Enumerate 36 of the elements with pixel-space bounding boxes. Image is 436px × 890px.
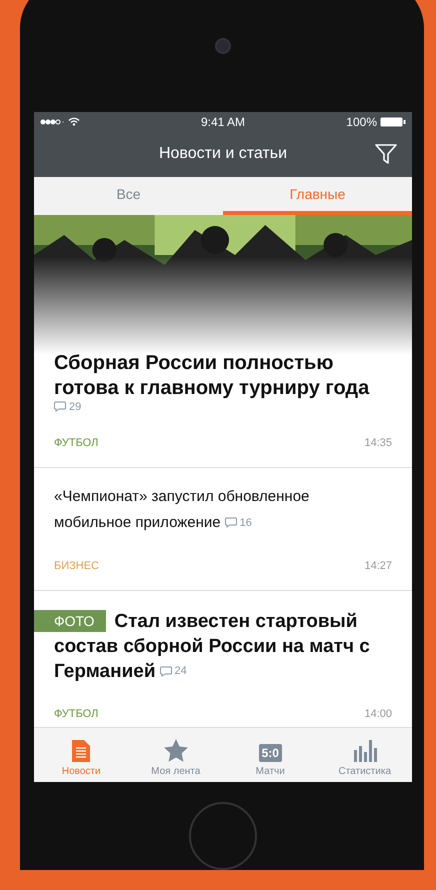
headline-line[interactable]: Сборная России полностью <box>54 350 334 376</box>
photo-label: ФОТО <box>34 610 106 632</box>
headline-line[interactable]: Стал известен стартовый <box>114 608 358 634</box>
document-icon <box>72 740 90 762</box>
headline-line[interactable]: Германией <box>54 658 156 684</box>
comment-icon <box>54 401 66 412</box>
battery-percent: 100% <box>346 114 377 129</box>
comment-icon <box>224 517 237 528</box>
article-time: 14:35 <box>364 436 392 449</box>
tab-bar-item[interactable]: 5:0 Матчи <box>223 728 318 782</box>
status-time: 9:41 AM <box>200 114 246 129</box>
category-label[interactable]: ФУТБОЛ <box>54 708 98 720</box>
battery-icon <box>380 116 406 127</box>
tab-bar-item[interactable]: Моя лента <box>128 728 223 782</box>
category-label[interactable]: ФУТБОЛ <box>54 436 98 449</box>
wifi-icon <box>68 117 80 126</box>
article-time: 14:27 <box>364 560 392 572</box>
filter-icon[interactable] <box>374 142 398 166</box>
headline-line[interactable]: «Чемпионат» запустил обновленное <box>54 484 310 510</box>
score-icon: 5:0 <box>258 744 282 762</box>
headline-line[interactable]: состав сборной России на матч с <box>54 634 370 659</box>
headline-line[interactable]: готова к главному турниру года <box>54 376 370 401</box>
article-time: 14:00 <box>364 708 392 720</box>
screen-title: Новости и статьи <box>158 145 288 164</box>
bar-chart-icon <box>352 740 377 762</box>
comment-count: 29 <box>69 400 82 413</box>
camera-icon <box>215 38 231 54</box>
comment-count: 24 <box>174 664 187 679</box>
category-label[interactable]: БИЗНЕС <box>54 560 99 572</box>
star-icon <box>164 739 188 762</box>
headline-line[interactable]: мобильное приложение <box>54 510 221 536</box>
comment-icon <box>160 666 172 677</box>
tab[interactable]: Все <box>34 176 223 215</box>
comment-count: 16 <box>240 516 252 531</box>
tab-bar-item[interactable]: Статистика <box>318 728 412 782</box>
tab-bar-item[interactable]: Новости <box>34 728 128 782</box>
